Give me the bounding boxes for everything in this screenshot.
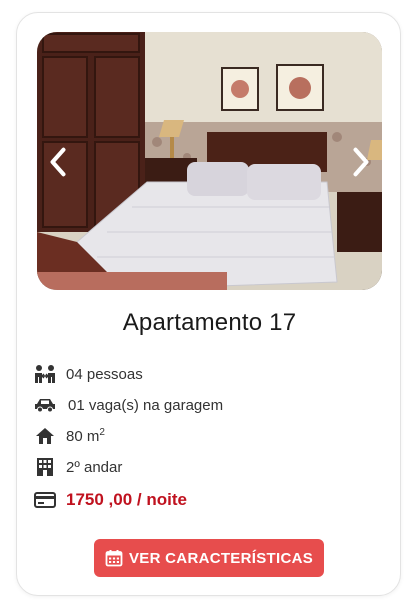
people-icon — [34, 363, 56, 385]
feature-price: 1750 ,00 / noite — [34, 489, 354, 511]
listing-title: Apartamento 17 — [122, 309, 297, 336]
feature-parking: 01 vaga(s) na garagem — [34, 394, 354, 416]
car-icon — [34, 394, 56, 416]
credit-card-icon — [34, 489, 56, 511]
chevron-left-icon — [50, 147, 66, 177]
bedroom-photo — [37, 32, 382, 290]
view-features-button[interactable]: VER CARACTERÍSTICAS — [94, 539, 324, 577]
area-exponent: 2 — [99, 427, 105, 438]
carousel-next-button[interactable] — [348, 147, 374, 177]
area-value: 80 m — [66, 428, 100, 445]
carousel-prev-button[interactable] — [45, 147, 71, 177]
guests-text: 04 pessoas — [66, 365, 143, 383]
building-icon — [34, 456, 56, 478]
chevron-right-icon — [353, 147, 369, 177]
view-features-label: VER CARACTERÍSTICAS — [128, 549, 314, 567]
floor-text: 2º andar — [66, 458, 123, 476]
area-text: 80 m2 — [66, 427, 105, 445]
house-icon — [34, 425, 56, 447]
calendar-icon — [105, 549, 123, 567]
parking-text: 01 vaga(s) na garagem — [68, 396, 224, 414]
feature-guests: 04 pessoas — [34, 363, 354, 385]
listing-photo[interactable] — [37, 32, 382, 290]
feature-floor: 2º andar — [34, 456, 354, 478]
listing-card: Apartamento 17 04 pessoas 01 vaga(s) na … — [16, 12, 401, 596]
price-text: 1750 ,00 / noite — [66, 490, 187, 509]
feature-area: 80 m2 — [34, 425, 354, 447]
